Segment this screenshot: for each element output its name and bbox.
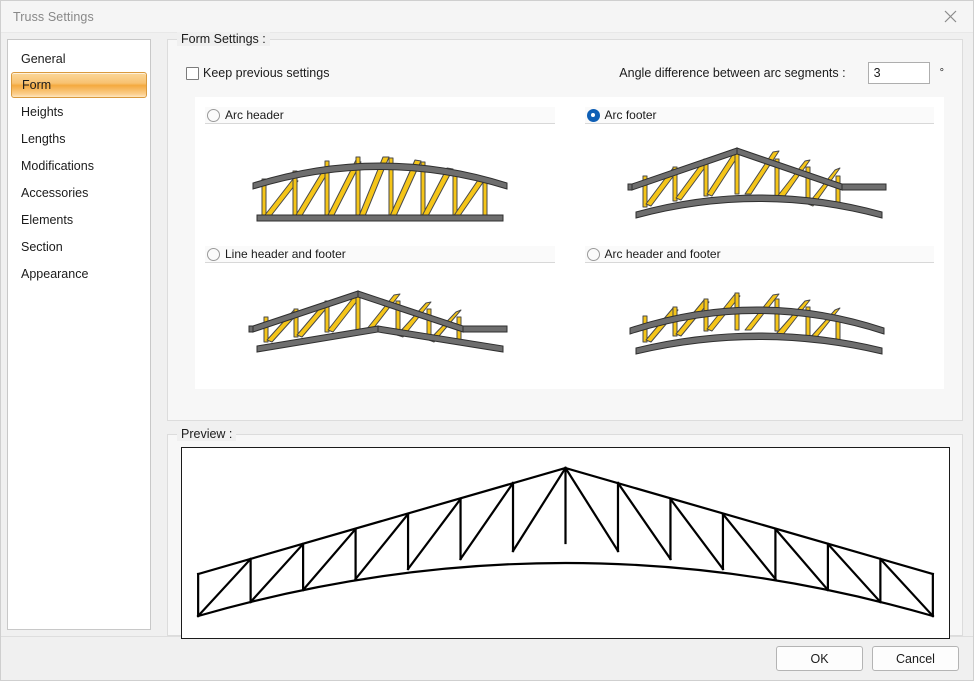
- sidebar-item-section[interactable]: Section: [8, 233, 150, 260]
- radio-line-header-and-footer[interactable]: [207, 248, 220, 261]
- radio-arc-footer[interactable]: [587, 109, 600, 122]
- degree-unit-label: °: [940, 67, 944, 79]
- dialog-body: General Form Heights Lengths Modificatio…: [1, 33, 973, 636]
- title-bar: Truss Settings: [1, 1, 973, 33]
- checkbox-box: [186, 67, 199, 80]
- preview-group: Preview :: [167, 434, 963, 636]
- close-icon[interactable]: [927, 1, 973, 32]
- radio-arc-header-and-footer[interactable]: [587, 248, 600, 261]
- sidebar-item-label: General: [21, 52, 65, 66]
- settings-content: Form Settings : Keep previous settings A…: [151, 39, 965, 636]
- dialog-footer: OK Cancel: [1, 636, 973, 680]
- sidebar-item-label: Elements: [21, 213, 73, 227]
- option-arc-header-header[interactable]: Arc header: [205, 107, 555, 124]
- preview-legend: Preview :: [177, 427, 236, 441]
- sidebar-item-label: Lengths: [21, 132, 65, 146]
- angle-difference-input[interactable]: [868, 62, 930, 84]
- sidebar-item-accessories[interactable]: Accessories: [8, 179, 150, 206]
- sidebar-item-heights[interactable]: Heights: [8, 98, 150, 125]
- option-arc-header-and-footer[interactable]: Arc header and footer: [585, 246, 935, 385]
- sidebar-item-form[interactable]: Form: [11, 72, 147, 98]
- option-line-header-and-footer-label: Line header and footer: [225, 247, 346, 261]
- option-line-header-and-footer[interactable]: Line header and footer: [205, 246, 555, 385]
- option-arc-footer-header[interactable]: Arc footer: [585, 107, 935, 124]
- arc-header-truss-figure: [205, 124, 555, 246]
- option-arc-header-and-footer-label: Arc header and footer: [605, 247, 721, 261]
- sidebar-item-label: Accessories: [21, 186, 88, 200]
- window-title: Truss Settings: [1, 10, 94, 24]
- sidebar-item-modifications[interactable]: Modifications: [8, 152, 150, 179]
- truss-settings-dialog: Truss Settings General Form Heights Leng…: [0, 0, 974, 681]
- sidebar-item-appearance[interactable]: Appearance: [8, 260, 150, 287]
- preview-truss-icon: [182, 448, 949, 638]
- option-line-header-and-footer-header[interactable]: Line header and footer: [205, 246, 555, 263]
- form-settings-legend: Form Settings :: [177, 32, 270, 46]
- option-arc-header[interactable]: Arc header: [205, 107, 555, 246]
- sidebar-item-label: Modifications: [21, 159, 94, 173]
- option-arc-header-and-footer-header[interactable]: Arc header and footer: [585, 246, 935, 263]
- line-header-footer-truss-icon: [245, 284, 515, 364]
- option-arc-header-label: Arc header: [225, 108, 284, 122]
- arc-footer-truss-icon: [624, 140, 894, 230]
- arc-header-footer-truss-figure: [585, 263, 935, 385]
- cancel-button[interactable]: Cancel: [872, 646, 959, 671]
- ok-button[interactable]: OK: [776, 646, 863, 671]
- sidebar-item-label: Heights: [21, 105, 63, 119]
- option-arc-footer-label: Arc footer: [605, 108, 657, 122]
- radio-arc-header[interactable]: [207, 109, 220, 122]
- form-settings-topbar: Keep previous settings Angle difference …: [168, 40, 962, 84]
- option-arc-footer[interactable]: Arc footer: [585, 107, 935, 246]
- angle-difference-label: Angle difference between arc segments :: [619, 66, 845, 80]
- arc-header-footer-truss-icon: [624, 284, 894, 364]
- truss-form-options: Arc header: [195, 97, 944, 389]
- sidebar-item-label: Appearance: [21, 267, 88, 281]
- preview-canvas[interactable]: [181, 447, 950, 639]
- keep-previous-settings-checkbox[interactable]: Keep previous settings: [186, 66, 329, 80]
- sidebar-item-general[interactable]: General: [8, 45, 150, 72]
- settings-sidebar: General Form Heights Lengths Modificatio…: [7, 39, 151, 630]
- sidebar-item-label: Form: [22, 78, 51, 92]
- sidebar-item-lengths[interactable]: Lengths: [8, 125, 150, 152]
- arc-footer-truss-figure: [585, 124, 935, 246]
- arc-header-truss-icon: [249, 143, 511, 228]
- form-settings-group: Form Settings : Keep previous settings A…: [167, 39, 963, 421]
- sidebar-item-elements[interactable]: Elements: [8, 206, 150, 233]
- sidebar-item-label: Section: [21, 240, 63, 254]
- line-header-footer-truss-figure: [205, 263, 555, 385]
- keep-previous-settings-label: Keep previous settings: [203, 66, 329, 80]
